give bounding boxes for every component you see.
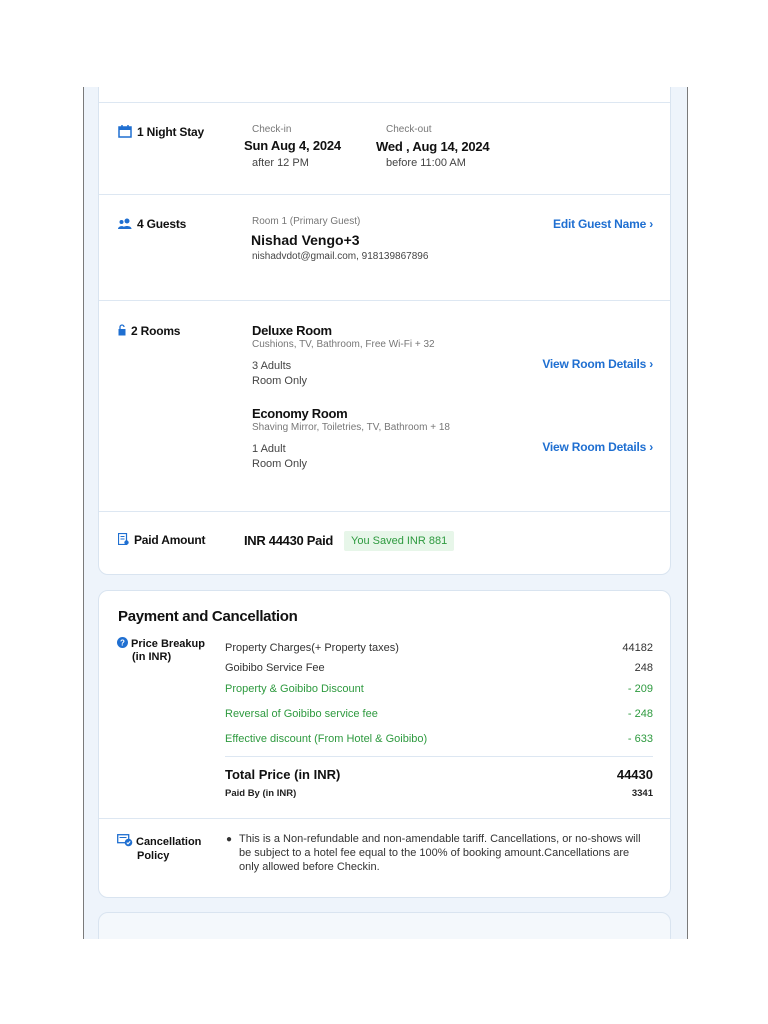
stay-section-label: 1 Night Stay [118,125,204,141]
payment-cancellation-card: Payment and Cancellation ? Price Breakup… [98,590,671,898]
price-row-value: - 633 [627,733,653,745]
price-row-label: Property Charges(+ Property taxes) [225,642,399,654]
divider [99,300,670,301]
checkout-label: Check-out [386,124,432,135]
paid-by-label: Paid By (in INR) [225,788,297,799]
total-price-label: Total Price (in INR) [225,767,341,782]
room-key-icon [118,324,126,339]
price-row-value: 248 [634,662,653,674]
room-occupancy: 1 Adult [252,443,286,455]
price-breakup-label: ? Price Breakup (in INR) [117,637,205,663]
guest-name: Nishad Vengo+3 [251,232,360,248]
rooms-section-label: 2 Rooms [118,324,180,339]
price-breakup-label-line2: (in INR) [132,651,172,663]
room-plan: Room Only [252,375,308,387]
guests-label: 4 Guests [137,217,187,231]
room-amenities: Cushions, TV, Bathroom, Free Wi-Fi + 32 [252,339,435,350]
svg-text:?: ? [120,639,125,648]
checkin-label: Check-in [252,124,292,135]
divider [99,102,670,103]
price-row-label: Effective discount (From Hotel & Goibibo… [225,733,428,745]
guests-section-label: 4 Guests [118,217,186,232]
rooms-label: 2 Rooms [131,324,181,338]
cancellation-label-line1: Cancellation [136,835,202,848]
checkin-time: after 12 PM [252,157,309,169]
total-price-value: 44430 [616,767,653,782]
room-occupancy: 3 Adults [252,360,292,372]
room-plan: Room Only [252,458,308,470]
price-row-label: Reversal of Goibibo service fee [225,708,378,720]
room-name: Deluxe Room [252,323,332,338]
cancellation-policy-text: This is a Non-refundable and non-amendab… [239,833,641,873]
view-room-details-link[interactable]: View Room Details › [542,440,653,454]
saved-badge: You Saved INR 881 [344,531,455,551]
bullet-icon: ● [226,834,233,845]
next-card [98,912,671,939]
checkout-date: Wed , Aug 14, 2024 [376,139,490,154]
cancellation-label-line2: Policy [137,850,170,862]
divider [99,511,670,512]
price-row-value: - 209 [627,683,653,695]
price-row-label: Goibibo Service Fee [225,662,325,674]
price-row-value: 44182 [622,642,653,654]
checkout-time: before 11:00 AM [386,157,466,169]
paid-label: Paid Amount [134,533,206,547]
paid-by-value: 3341 [631,788,653,799]
paid-amount: INR 44430 Paid [244,533,334,548]
guests-icon [118,218,132,232]
info-icon: ? [117,637,128,651]
checkin-date: Sun Aug 4, 2024 [244,138,341,153]
price-row-value: - 248 [627,708,653,720]
view-room-details-link[interactable]: View Room Details › [542,357,653,371]
cancellation-policy-label: Cancellation Policy [117,834,201,862]
guest-contact: nishadvdot@gmail.com, 918139867896 [252,251,429,262]
stay-label: 1 Night Stay [137,125,204,140]
cancellation-icon [117,834,133,850]
calendar-icon [118,125,132,141]
divider [99,194,670,195]
receipt-icon [117,533,129,548]
room-amenities: Shaving Mirror, Toiletries, TV, Bathroom… [252,422,450,433]
price-breakup-label-line1: Price Breakup [131,637,205,650]
room-primary-label: Room 1 (Primary Guest) [252,216,361,227]
booking-details-card: 1 Night Stay Check-in Sun Aug 4, 2024 af… [98,87,671,575]
paid-section-label: Paid Amount [117,533,206,548]
divider [99,818,670,819]
price-row-label: Property & Goibibo Discount [225,683,364,695]
payment-section-title: Payment and Cancellation [118,608,298,625]
edit-guest-name-link[interactable]: Edit Guest Name › [553,217,653,231]
total-divider [225,756,653,757]
room-name: Economy Room [252,406,348,421]
booking-frame: 1 Night Stay Check-in Sun Aug 4, 2024 af… [83,87,688,939]
